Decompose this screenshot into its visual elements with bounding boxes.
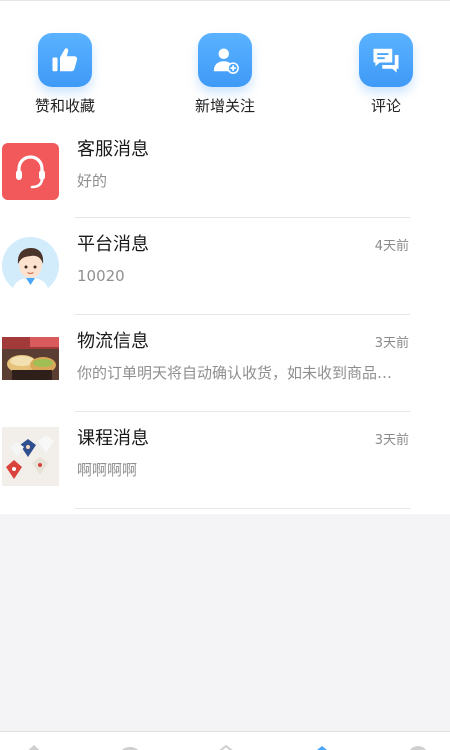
row-divider bbox=[75, 508, 410, 509]
craft-photo bbox=[2, 427, 59, 486]
message-preview: 你的订单明天将自动确认收货，如未收到商品请及时联系 bbox=[77, 364, 407, 382]
message-preview: 好的 bbox=[77, 172, 108, 190]
message-title: 平台消息 bbox=[77, 234, 149, 255]
quick-actions: 赞和收藏 新增关注 评论 bbox=[0, 1, 450, 121]
comment-icon bbox=[359, 33, 413, 87]
message-time: 3天前 bbox=[374, 336, 409, 351]
message-row-platform[interactable]: 平台消息 4天前 10020 bbox=[0, 218, 450, 315]
comments-label: 评论 bbox=[370, 97, 401, 115]
message-title: 物流信息 bbox=[77, 331, 149, 352]
profile-icon[interactable] bbox=[406, 742, 430, 750]
message-title: 课程消息 bbox=[77, 428, 149, 449]
likes-favorites-button[interactable]: 赞和收藏 bbox=[10, 33, 120, 119]
messages-content: 赞和收藏 新增关注 评论 客服消息 好的 平台消息 4天前 10020 物流信息… bbox=[0, 1, 450, 514]
message-title: 客服消息 bbox=[77, 139, 149, 160]
food-photo bbox=[2, 337, 59, 380]
message-time: 3天前 bbox=[374, 433, 409, 448]
thumbs-up-icon bbox=[38, 33, 92, 87]
avatar-boy bbox=[2, 237, 59, 294]
home-icon[interactable] bbox=[22, 742, 46, 750]
message-preview: 10020 bbox=[77, 267, 125, 285]
messages-page: 赞和收藏 新增关注 评论 客服消息 好的 平台消息 4天前 10020 物流信息… bbox=[0, 0, 450, 750]
cloud-icon[interactable] bbox=[118, 742, 142, 750]
message-preview: 啊啊啊啊 bbox=[77, 461, 138, 479]
message-time: 4天前 bbox=[374, 239, 409, 254]
likes-favorites-label: 赞和收藏 bbox=[34, 97, 95, 115]
new-followers-label: 新增关注 bbox=[194, 97, 255, 115]
new-followers-button[interactable]: 新增关注 bbox=[170, 33, 280, 119]
message-icon[interactable] bbox=[310, 742, 334, 750]
message-row-logistics[interactable]: 物流信息 3天前 你的订单明天将自动确认收货，如未收到商品请及时联系 bbox=[0, 315, 450, 412]
add-user-icon bbox=[198, 33, 252, 87]
message-row-course[interactable]: 课程消息 3天前 啊啊啊啊 bbox=[0, 412, 450, 509]
message-list: 客服消息 好的 平台消息 4天前 10020 物流信息 3天前 你的订单明天将自… bbox=[0, 121, 450, 509]
shop-icon[interactable] bbox=[214, 742, 238, 750]
customer-service-icon bbox=[2, 143, 59, 200]
bottom-nav bbox=[0, 731, 450, 750]
message-row-customer-service[interactable]: 客服消息 好的 bbox=[0, 121, 450, 218]
comments-button[interactable]: 评论 bbox=[331, 33, 441, 119]
